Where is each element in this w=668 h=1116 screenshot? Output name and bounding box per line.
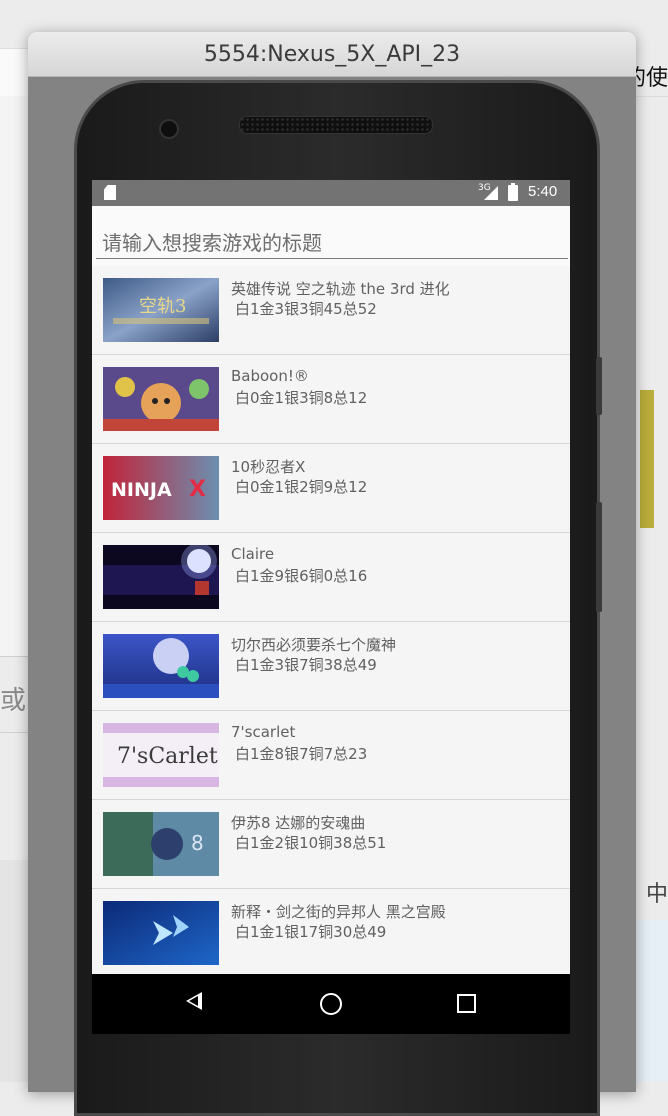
game-list-item[interactable]: 7'sCarlet 7'scarlet 白1金8银7铜7总23 xyxy=(92,711,570,800)
recent-apps-icon[interactable] xyxy=(457,994,476,1013)
game-thumbnail: 7'sCarlet xyxy=(103,723,219,787)
game-list: 空轨3 英雄传说 空之轨迹 the 3rd 进化 白1金3银3铜45总52 Ba… xyxy=(92,266,570,978)
game-title: 新释・剑之街的异邦人 黑之宫殿 xyxy=(231,903,446,921)
trophy-stats: 白1金8银7铜7总23 xyxy=(235,745,368,763)
camera-icon xyxy=(159,119,179,139)
game-list-item[interactable]: Baboon!® 白0金1银3铜8总12 xyxy=(92,355,570,444)
background-divider xyxy=(0,656,30,657)
game-title: 伊苏8 达娜的安魂曲 xyxy=(231,814,366,832)
game-title: 7'scarlet xyxy=(231,723,296,741)
trophy-stats: 白1金3银7铜38总49 xyxy=(235,656,377,674)
game-thumbnail: 8 xyxy=(103,812,219,876)
background-window-bottom-right xyxy=(636,920,668,1082)
background-window-toolbar xyxy=(0,48,30,98)
speaker-grille xyxy=(239,116,433,134)
game-thumbnail: 空轨3 xyxy=(103,278,219,342)
svg-text:NINJA: NINJA xyxy=(111,479,172,501)
volume-button[interactable] xyxy=(596,357,602,415)
trophy-stats: 白0金1银2铜9总12 xyxy=(235,478,368,496)
game-list-item[interactable]: 空轨3 英雄传说 空之轨迹 the 3rd 进化 白1金3银3铜45总52 xyxy=(92,266,570,355)
back-icon[interactable] xyxy=(186,992,202,1010)
game-list-item[interactable]: 新释・剑之街的异邦人 黑之宫殿 白1金1银17铜30总49 xyxy=(92,889,570,978)
signal-icon xyxy=(484,186,498,200)
phone-screen: 3G 5:40 空轨3 英雄传说 空之轨迹 the 3rd 进化 白1金3银3铜… xyxy=(92,180,570,1034)
game-list-item[interactable]: NINJA X 10秒忍者X 白0金1银2铜9总12 xyxy=(92,444,570,533)
power-button[interactable] xyxy=(596,502,602,612)
game-title: Baboon!® xyxy=(231,367,309,385)
game-thumbnail: NINJA X xyxy=(103,456,219,520)
trophy-stats: 白0金1银3铜8总12 xyxy=(235,389,368,407)
game-thumbnail xyxy=(103,901,219,965)
game-title: 英雄传说 空之轨迹 the 3rd 进化 xyxy=(231,280,450,298)
emulator-title: 5554:Nexus_5X_API_23 xyxy=(28,32,636,77)
emulator-window: 5554:Nexus_5X_API_23 3G 5:40 空轨3 英雄传说 空之… xyxy=(28,32,636,1116)
clock: 5:40 xyxy=(528,183,558,200)
trophy-stats: 白1金3银3铜45总52 xyxy=(235,300,377,318)
trophy-stats: 白1金2银10铜38总51 xyxy=(235,834,387,852)
svg-text:空轨3: 空轨3 xyxy=(139,296,186,317)
background-divider xyxy=(634,96,668,97)
navigation-bar xyxy=(92,974,570,1034)
game-list-item[interactable]: 切尔西必须要杀七个魔神 白1金3银7铜38总49 xyxy=(92,622,570,711)
game-thumbnail xyxy=(103,367,219,431)
sd-card-icon xyxy=(104,185,116,200)
game-title: 切尔西必须要杀七个魔神 xyxy=(231,636,397,654)
trophy-stats: 白1金1银17铜30总49 xyxy=(235,923,387,941)
background-text-left: 或 xyxy=(0,686,27,716)
search-bar xyxy=(92,206,570,266)
svg-text:8: 8 xyxy=(191,831,204,855)
game-title: Claire xyxy=(231,545,275,563)
game-title: 10秒忍者X xyxy=(231,458,306,476)
game-list-item[interactable]: Claire 白1金9银6铜0总16 xyxy=(92,533,570,622)
search-input[interactable] xyxy=(96,228,568,259)
svg-text:7'sCarlet: 7'sCarlet xyxy=(117,744,218,769)
background-text-right-bottom: 中 xyxy=(645,882,668,907)
svg-text:X: X xyxy=(189,477,206,502)
game-list-item[interactable]: 8 伊苏8 达娜的安魂曲 白1金2银10铜38总51 xyxy=(92,800,570,889)
status-bar: 3G 5:40 xyxy=(92,180,570,206)
game-thumbnail xyxy=(103,634,219,698)
home-icon[interactable] xyxy=(320,993,342,1015)
background-divider xyxy=(0,732,30,733)
game-thumbnail xyxy=(103,545,219,609)
background-accent-bar xyxy=(640,390,654,528)
trophy-stats: 白1金9银6铜0总16 xyxy=(235,567,368,585)
background-window-bottom xyxy=(0,860,30,1082)
battery-icon xyxy=(508,183,518,201)
background-window-content xyxy=(0,96,30,656)
